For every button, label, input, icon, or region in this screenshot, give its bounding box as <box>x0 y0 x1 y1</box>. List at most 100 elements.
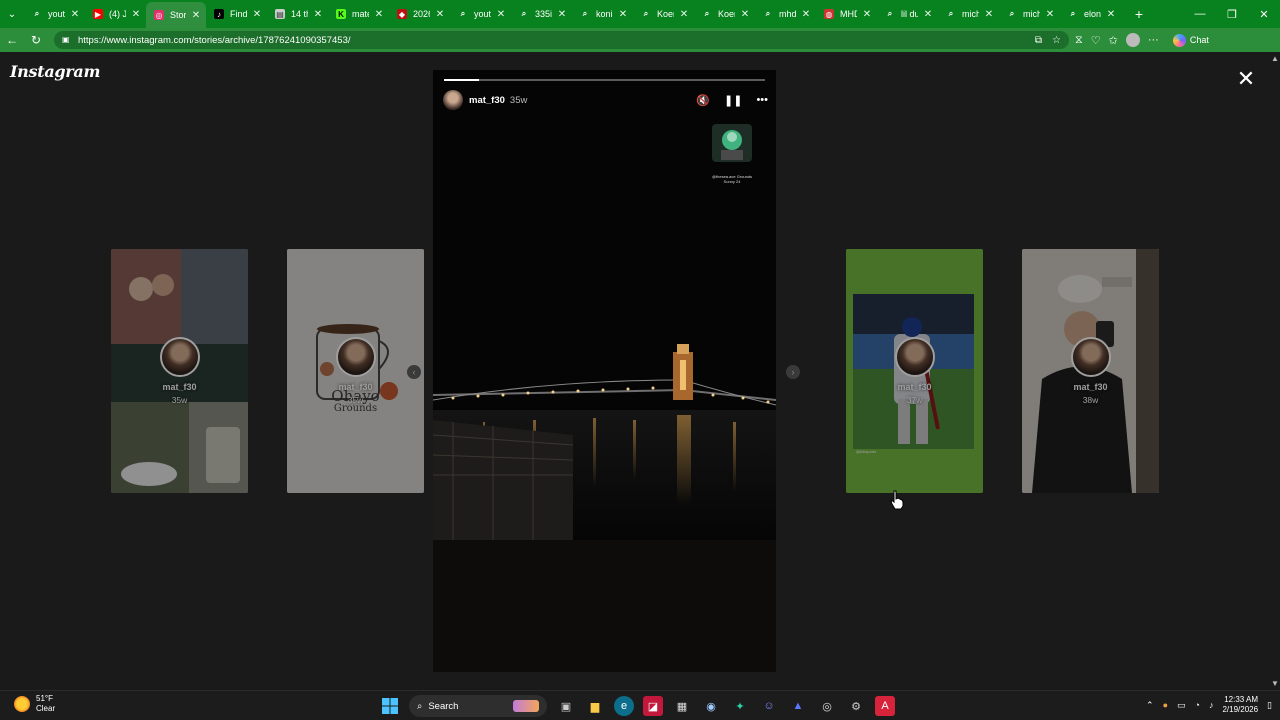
page-scrollbar[interactable]: ▲ ▼ <box>1270 52 1280 690</box>
close-tab-icon[interactable]: ✕ <box>1105 9 1117 20</box>
extensions-icon[interactable]: ⧖ <box>1075 34 1083 47</box>
profile-avatar[interactable] <box>1125 33 1140 47</box>
tab-2[interactable]: ▶ (4) Joh ✕ <box>85 3 146 25</box>
wifi-icon[interactable]: ◔ <box>1195 700 1200 710</box>
coffee-mug-image <box>316 324 398 400</box>
search-icon: ⌕ <box>521 9 527 18</box>
tab-13[interactable]: ⌕ mhd tu ✕ <box>755 3 816 25</box>
close-tab-icon[interactable]: ✕ <box>922 9 934 20</box>
tab-5[interactable]: ▤ 14 thin ✕ <box>267 3 328 25</box>
close-tab-icon[interactable]: ✕ <box>1044 9 1056 20</box>
minimize-icon[interactable]: — <box>1184 0 1216 28</box>
close-tab-icon[interactable]: ✕ <box>251 9 263 20</box>
more-options-icon[interactable]: ••• <box>756 94 768 107</box>
story-preview-2[interactable]: Ohayo Grounds mat_f30 35w <box>287 249 424 493</box>
close-tab-icon[interactable]: ✕ <box>983 9 995 20</box>
copilot-chat-button[interactable]: Chat <box>1167 31 1215 49</box>
tab-6[interactable]: Kmateo ✕ <box>328 3 389 25</box>
tab-title: mhd tu <box>779 9 796 19</box>
favorites-icon[interactable]: ✩ <box>1109 34 1118 47</box>
tab-4[interactable]: ♪ Find 'n ✕ <box>206 3 267 25</box>
close-tab-icon[interactable]: ✕ <box>678 9 690 20</box>
close-tab-icon[interactable]: ✕ <box>130 9 142 20</box>
tab-actions-icon[interactable]: ⌄ <box>0 0 24 28</box>
more-options-icon[interactable]: ··· <box>1148 34 1159 46</box>
preview-username: mat_f30 <box>1073 382 1108 392</box>
new-tab-button[interactable]: + <box>1129 3 1149 25</box>
tab-1[interactable]: ⌕ youtu ✕ <box>24 3 85 25</box>
refresh-icon[interactable]: ↻ <box>24 28 48 52</box>
task-view-icon[interactable]: ▣ <box>556 696 576 716</box>
close-tab-icon[interactable]: ✕ <box>556 9 568 20</box>
story-header: mat_f30 35w 🔇 ❚❚ ••• <box>443 90 768 110</box>
story-preview-3[interactable]: @tcbsports mat_f30 37w <box>846 249 983 493</box>
previous-story-arrow[interactable]: ‹ <box>407 365 421 379</box>
read-aloud-icon[interactable]: ⧉ <box>1035 35 1042 46</box>
tab-7[interactable]: ◆ 2026 1 ✕ <box>389 3 450 25</box>
address-field[interactable]: ▣ https://www.instagram.com/stories/arch… <box>54 31 1069 49</box>
instagram-logo[interactable]: Instagram <box>10 62 100 81</box>
tab-17[interactable]: ⌕ micha ✕ <box>999 3 1060 25</box>
close-tab-icon[interactable]: ✕ <box>739 9 751 20</box>
steam-icon[interactable]: ◉ <box>701 696 721 716</box>
notifications-icon[interactable]: ▯ <box>1267 700 1272 711</box>
amd-icon[interactable]: ◪ <box>643 696 663 716</box>
site-info-icon[interactable]: ▣ <box>62 35 72 45</box>
close-tab-icon[interactable]: ✕ <box>190 10 202 21</box>
tab-12[interactable]: ⌕ Koenig ✕ <box>694 3 755 25</box>
app-icon-2[interactable]: ▲ <box>788 696 808 716</box>
clock[interactable]: 12:33 AM 2/19/2026 <box>1222 695 1258 715</box>
tab-14[interactable]: ◍ MHD S ✕ <box>816 3 877 25</box>
edge-icon[interactable]: e <box>614 696 634 716</box>
story-preview-4[interactable]: mat_f30 38w <box>1022 249 1159 493</box>
close-tab-icon[interactable]: ✕ <box>373 9 385 20</box>
microphone-icon[interactable]: ● <box>1163 700 1168 710</box>
discord-icon[interactable]: ☺ <box>759 696 779 716</box>
chevron-up-icon[interactable]: ⌃ <box>1146 700 1154 711</box>
volume-icon[interactable]: ♪ <box>1209 700 1214 710</box>
tab-10[interactable]: ⌕ konise ✕ <box>572 3 633 25</box>
story-preview-1[interactable]: mat_f30 35w <box>111 249 248 493</box>
close-tab-icon[interactable]: ✕ <box>861 9 873 20</box>
tab-8[interactable]: ⌕ youtu ✕ <box>450 3 511 25</box>
back-icon[interactable]: ← <box>0 28 24 52</box>
app-icon-1[interactable]: ✦ <box>730 696 750 716</box>
taskbar-search[interactable]: ⌕ Search <box>409 695 547 717</box>
start-icon[interactable] <box>380 696 400 716</box>
close-tab-icon[interactable]: ✕ <box>312 9 324 20</box>
tab-11[interactable]: ⌕ Koenig ✕ <box>633 3 694 25</box>
close-icon[interactable]: ✕ <box>1234 68 1258 92</box>
weather-widget[interactable]: 51°F Clear <box>14 694 55 714</box>
pause-icon[interactable]: ❚❚ <box>724 94 742 107</box>
scroll-up-icon[interactable]: ▲ <box>1271 54 1279 63</box>
scroll-down-icon[interactable]: ▼ <box>1271 679 1279 688</box>
close-tab-icon[interactable]: ✕ <box>617 9 629 20</box>
favorite-star-icon[interactable]: ☆ <box>1052 35 1061 46</box>
chrome-icon[interactable]: ◎ <box>817 696 837 716</box>
url-text[interactable]: https://www.instagram.com/stories/archiv… <box>78 35 351 46</box>
tab-15[interactable]: ⌕ lil duri ✕ <box>877 3 938 25</box>
restore-icon[interactable]: ❐ <box>1216 0 1248 28</box>
display-icon[interactable]: ▭ <box>1177 700 1186 711</box>
mute-icon[interactable]: 🔇 <box>696 94 710 107</box>
close-tab-icon[interactable]: ✕ <box>495 9 507 20</box>
store-icon[interactable]: ▦ <box>672 696 692 716</box>
close-window-icon[interactable]: ✕ <box>1248 0 1280 28</box>
tab-9[interactable]: ⌕ 335is l ✕ <box>511 3 572 25</box>
tab-18[interactable]: ⌕ elon n ✕ <box>1060 3 1121 25</box>
close-tab-icon[interactable]: ✕ <box>800 9 812 20</box>
browser-essentials-icon[interactable]: ♡ <box>1091 34 1101 47</box>
tab-title: konise <box>596 9 613 19</box>
next-story-arrow[interactable]: › <box>786 365 800 379</box>
avatar[interactable] <box>443 90 463 110</box>
close-tab-icon[interactable]: ✕ <box>434 9 446 20</box>
active-story[interactable]: mat_f30 35w 🔇 ❚❚ ••• @thesea.ace Grounds… <box>433 70 776 672</box>
story-username[interactable]: mat_f30 <box>469 95 505 106</box>
close-tab-icon[interactable]: ✕ <box>69 9 81 20</box>
file-explorer-icon[interactable]: ▆ <box>585 696 605 716</box>
weather-icon <box>14 696 30 712</box>
app-icon-3[interactable]: A <box>875 696 895 716</box>
tab-3[interactable]: ◎ Stories ✕ <box>146 2 206 28</box>
tab-16[interactable]: ⌕ michae ✕ <box>938 3 999 25</box>
settings-icon[interactable]: ⚙ <box>846 696 866 716</box>
